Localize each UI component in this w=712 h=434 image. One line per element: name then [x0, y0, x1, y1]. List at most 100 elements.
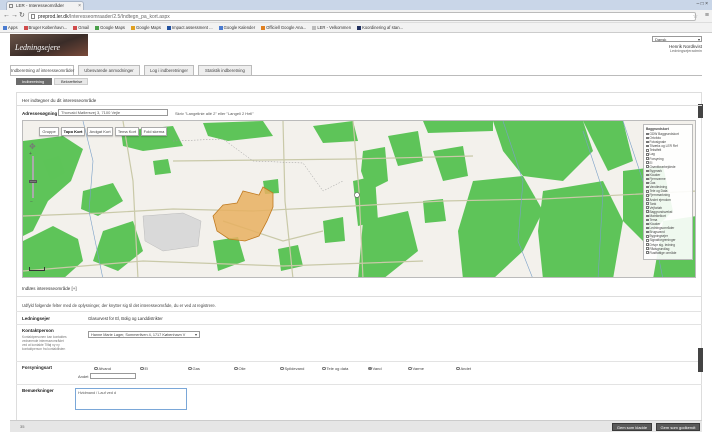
show-areas-link[interactable]: Indlæs interesseområde [+]	[22, 286, 77, 291]
checkbox-icon[interactable]	[646, 247, 649, 250]
window-controls[interactable]: – □ ×	[697, 1, 709, 7]
zoom-out-icon[interactable]: −	[30, 199, 33, 205]
bookmark-item[interactable]: Google Maps	[95, 23, 126, 32]
address-search-input[interactable]: Thorvald Møllersvej 3, 7100 Vejle	[58, 109, 168, 116]
radio-icon[interactable]	[280, 366, 284, 371]
bookmark-item[interactable]: Officiell Google Ana...	[261, 23, 306, 32]
map-type-topo[interactable]: Topo Kort	[61, 127, 85, 136]
bookmark-item[interactable]: Koordinering af stan...	[357, 23, 404, 32]
radio-icon[interactable]	[408, 366, 412, 371]
checkbox-icon[interactable]	[646, 194, 649, 197]
radio-icon[interactable]	[188, 366, 192, 371]
bookmark-item[interactable]: Gmail	[73, 23, 89, 32]
checkbox-icon[interactable]	[646, 173, 649, 177]
radio-icon[interactable]	[322, 366, 326, 371]
bookmark-item[interactable]: Google Maps	[131, 23, 161, 32]
checkbox-icon[interactable]	[646, 230, 649, 234]
checkbox-icon[interactable]	[646, 202, 649, 205]
supply-option[interactable]: El	[140, 366, 148, 371]
radio-icon[interactable]	[456, 366, 460, 371]
bookmark-label: Koordinering af stan...	[362, 25, 404, 30]
app-logo[interactable]: Ledningsejere	[10, 34, 88, 56]
supply-option-label: Tele og data	[326, 366, 349, 371]
checkbox-icon[interactable]	[646, 251, 649, 254]
other-input[interactable]	[90, 373, 136, 379]
supply-option[interactable]: Vand	[368, 366, 382, 371]
address-bar[interactable]: preprod.ler.dk/Interesseomraader/2.5/Ind…	[28, 12, 696, 21]
forward-arrow-icon[interactable]: →	[11, 12, 18, 20]
bookmark-star-icon[interactable]: ☆	[693, 13, 698, 20]
checkbox-icon[interactable]	[646, 161, 649, 164]
step-indberetning[interactable]: Indberetning	[16, 78, 52, 85]
zoom-slider-handle[interactable]	[29, 180, 37, 183]
bookmark-item[interactable]: Bruger København...	[23, 23, 67, 32]
checkbox-icon[interactable]	[646, 185, 649, 189]
checkbox-icon[interactable]	[646, 132, 649, 136]
checkbox-icon[interactable]	[646, 165, 649, 168]
checkbox-icon[interactable]	[646, 177, 649, 181]
supply-option[interactable]: Gas	[188, 366, 200, 371]
checkbox-icon[interactable]	[646, 198, 649, 201]
supply-option[interactable]: Afvand	[94, 366, 111, 371]
bookmark-item[interactable]: Apps	[3, 23, 18, 32]
map-canvas[interactable]	[23, 121, 696, 278]
bookmark-item[interactable]: Impact assessment ...	[166, 23, 213, 32]
radio-icon[interactable]	[234, 366, 238, 371]
bookmark-label: LER - Velkommen	[317, 25, 352, 30]
map-type-andgat[interactable]: Andgat Kort	[87, 127, 113, 136]
close-tab-icon[interactable]: ×	[78, 2, 81, 10]
supply-option[interactable]: Tele og data	[322, 366, 348, 371]
checkbox-icon[interactable]	[646, 206, 649, 209]
checkbox-icon[interactable]	[646, 140, 649, 144]
browser-menu-icon[interactable]: ≡	[705, 12, 709, 19]
checkbox-icon[interactable]	[646, 222, 649, 226]
map-type-fold[interactable]: Fold skema	[141, 127, 167, 136]
checkbox-icon[interactable]	[646, 181, 649, 185]
form-scrollbar-thumb[interactable]	[698, 348, 703, 372]
checkbox-icon[interactable]	[646, 239, 649, 242]
checkbox-icon[interactable]	[646, 157, 649, 160]
tab-statistik[interactable]: Statistik indberetning	[198, 65, 252, 75]
supply-option[interactable]: Olie	[234, 366, 246, 371]
radio-icon[interactable]	[94, 366, 98, 371]
bookmark-item[interactable]: LER - Velkommen	[312, 23, 352, 32]
supply-option[interactable]: Andet	[456, 366, 471, 371]
step-bekraeftelse[interactable]: Bekræftelse	[54, 78, 88, 85]
tab-indberetning[interactable]: Indberetning af interesseområder	[10, 65, 74, 75]
map-type-gruppe[interactable]: Gruppe	[39, 127, 59, 136]
back-arrow-icon[interactable]: ←	[3, 12, 10, 20]
reload-icon[interactable]: ↻	[19, 12, 25, 20]
checkbox-icon[interactable]	[646, 243, 649, 246]
checkbox-icon[interactable]	[646, 149, 649, 152]
checkbox-icon[interactable]	[646, 226, 649, 230]
checkbox-icon[interactable]	[646, 144, 649, 148]
pan-control-icon[interactable]: ✥	[29, 143, 36, 151]
tab-log[interactable]: Log i indberetninger	[144, 65, 194, 75]
bookmark-label: Google Maps	[100, 25, 126, 30]
save-final-button[interactable]: Gem som godkendt	[656, 423, 700, 431]
map-view[interactable]: Gruppe Topo Kort Andgat Kort Tema Kort F…	[22, 120, 696, 278]
save-draft-button[interactable]: Gem som kladde	[612, 423, 652, 431]
browser-tab[interactable]: LER - Interesseområder ×	[6, 1, 84, 10]
radio-icon[interactable]	[140, 366, 144, 371]
checkbox-icon[interactable]	[646, 235, 649, 238]
radio-icon[interactable]	[368, 366, 372, 371]
checkbox-icon[interactable]	[646, 218, 649, 222]
tab-ubesvarede[interactable]: Ubesvarede anmodninger	[78, 65, 140, 75]
map-type-tema[interactable]: Tema Kort	[115, 127, 139, 136]
checkbox-icon[interactable]	[646, 153, 649, 156]
contact-select[interactable]: Hanne Marie Lager, Sommerliven 4, 1717 K…	[88, 331, 200, 338]
layer-item[interactable]: Rustfattige område	[646, 251, 690, 255]
checkbox-icon[interactable]	[646, 190, 649, 193]
checkbox-icon[interactable]	[646, 214, 649, 218]
remarks-textarea[interactable]: Hvidmand / Lauf ved d	[75, 388, 187, 410]
checkbox-icon[interactable]	[646, 169, 649, 173]
scrollbar-thumb[interactable]	[698, 104, 703, 118]
bookmark-item[interactable]: Google Kalender	[218, 23, 255, 32]
checkbox-icon[interactable]	[646, 136, 649, 140]
language-select[interactable]: Dansk ▾	[652, 36, 702, 42]
zoom-slider[interactable]	[32, 156, 34, 198]
supply-option[interactable]: Spildevand	[280, 366, 304, 371]
checkbox-icon[interactable]	[646, 210, 649, 213]
supply-option[interactable]: Varme	[408, 366, 424, 371]
